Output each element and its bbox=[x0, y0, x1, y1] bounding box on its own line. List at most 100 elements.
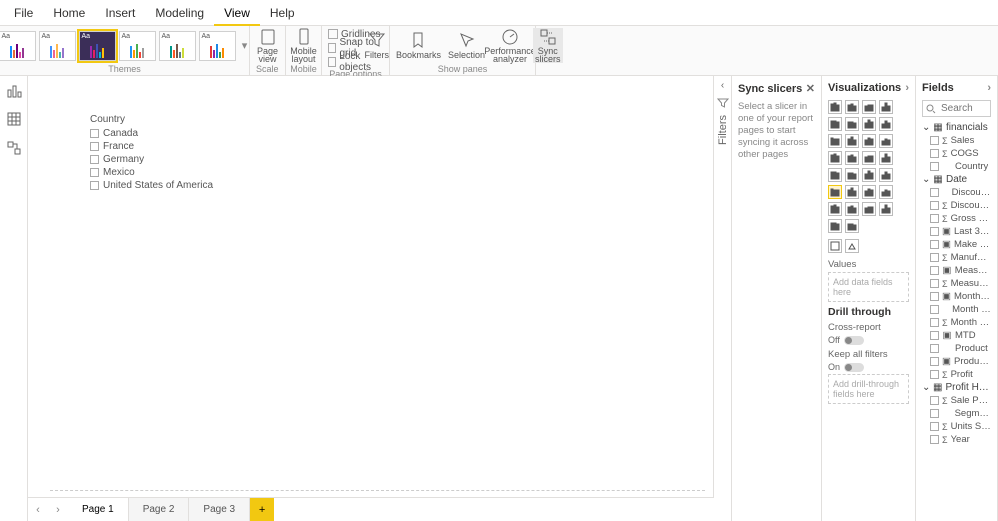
field-item[interactable]: ▣Product Me... bbox=[922, 355, 991, 368]
viz-area-button[interactable] bbox=[845, 117, 859, 131]
field-item[interactable]: Discount Ba... bbox=[922, 186, 991, 199]
field-item[interactable]: Country bbox=[922, 160, 991, 173]
selection-pane-button[interactable]: Selection bbox=[446, 31, 487, 60]
field-item[interactable]: ▣Make Trans... bbox=[922, 238, 991, 251]
menu-tab-modeling[interactable]: Modeling bbox=[145, 0, 214, 26]
slicer-option[interactable]: France bbox=[90, 141, 213, 152]
slicer-option[interactable]: Mexico bbox=[90, 167, 213, 178]
fields-search-input[interactable] bbox=[939, 102, 987, 115]
slicer-option[interactable]: Canada bbox=[90, 128, 213, 139]
field-item[interactable]: ΣDiscounts bbox=[922, 199, 991, 212]
page-next-button[interactable]: › bbox=[48, 498, 68, 521]
collapse-viz-icon[interactable]: › bbox=[905, 82, 909, 94]
viz-line-column-button[interactable] bbox=[862, 117, 876, 131]
report-canvas[interactable]: Country CanadaFranceGermanyMexicoUnited … bbox=[28, 76, 714, 497]
theme-swatch[interactable]: Aa bbox=[0, 31, 36, 61]
viz-donut-button[interactable] bbox=[879, 134, 893, 148]
field-table[interactable]: ⌄▦Date bbox=[922, 173, 991, 186]
menu-tab-home[interactable]: Home bbox=[43, 0, 95, 26]
field-item[interactable]: ΣUnits Sold bbox=[922, 420, 991, 433]
fields-search[interactable] bbox=[922, 100, 991, 117]
mobile-layout-button[interactable]: Mobile layout bbox=[288, 28, 319, 63]
slicer-option[interactable]: Germany bbox=[90, 154, 213, 165]
viz-kpi-button[interactable] bbox=[879, 168, 893, 182]
viz-paginated-button[interactable] bbox=[828, 219, 842, 233]
viz-format-tab[interactable] bbox=[845, 239, 859, 253]
viz-r-visual-button[interactable] bbox=[879, 185, 893, 199]
field-item[interactable]: ▣MTD bbox=[922, 329, 991, 342]
bookmarks-pane-button[interactable]: Bookmarks bbox=[394, 31, 443, 60]
theme-swatch[interactable]: Aa bbox=[39, 31, 76, 61]
viz-filled-map-button[interactable] bbox=[862, 151, 876, 165]
values-dropwell[interactable]: Add data fields here bbox=[828, 272, 909, 302]
menu-tab-insert[interactable]: Insert bbox=[95, 0, 145, 26]
sync-slicers-button[interactable]: Sync slicers bbox=[533, 28, 563, 63]
viz-clustered-bar-button[interactable] bbox=[845, 100, 859, 114]
theme-swatch[interactable]: Aa bbox=[199, 31, 236, 61]
theme-swatch[interactable]: Aa bbox=[119, 31, 156, 61]
page-tab[interactable]: Page 2 bbox=[129, 498, 190, 521]
field-item[interactable]: ΣMeasure 2 bbox=[922, 277, 991, 290]
viz-funnel-button[interactable] bbox=[879, 151, 893, 165]
field-item[interactable]: ΣCOGS bbox=[922, 147, 991, 160]
viz-line-button[interactable] bbox=[828, 117, 842, 131]
field-item[interactable]: Product bbox=[922, 342, 991, 355]
viz-stacked-column-button[interactable] bbox=[862, 100, 876, 114]
viz-matrix-button[interactable] bbox=[862, 185, 876, 199]
field-item[interactable]: ΣMonth Nu... bbox=[922, 316, 991, 329]
viz-waterfall-button[interactable] bbox=[828, 134, 842, 148]
keepfilters-toggle[interactable]: On bbox=[828, 362, 909, 372]
theme-swatch[interactable]: Aa bbox=[79, 31, 116, 61]
viz-key-influencers-button[interactable] bbox=[845, 202, 859, 216]
field-item[interactable]: Segment bbox=[922, 407, 991, 420]
viz-treemap-button[interactable] bbox=[828, 151, 842, 165]
field-item[interactable]: ΣYear bbox=[922, 433, 991, 446]
collapse-fields-icon[interactable]: › bbox=[987, 82, 991, 94]
report-view-button[interactable] bbox=[6, 82, 22, 101]
slicer-visual[interactable]: Country CanadaFranceGermanyMexicoUnited … bbox=[90, 114, 213, 193]
field-table[interactable]: ⌄▦financials bbox=[922, 121, 991, 134]
filters-pane-collapsed[interactable]: ‹ Filters bbox=[714, 76, 732, 521]
viz-fields-tab[interactable] bbox=[828, 239, 842, 253]
viz-map-button[interactable] bbox=[845, 151, 859, 165]
viz-clustered-column-button[interactable] bbox=[879, 100, 893, 114]
crossreport-toggle[interactable]: Off bbox=[828, 335, 909, 345]
themes-more-button[interactable]: ▾ bbox=[239, 39, 251, 52]
viz-ribbon-button[interactable] bbox=[879, 117, 893, 131]
field-item[interactable]: ΣGross Sales bbox=[922, 212, 991, 225]
filters-pane-button[interactable]: Filters bbox=[362, 31, 391, 60]
viz-table-button[interactable] bbox=[845, 185, 859, 199]
field-item[interactable]: ΣProfit bbox=[922, 368, 991, 381]
field-item[interactable]: ▣Last 3 Mont... bbox=[922, 225, 991, 238]
menu-tab-view[interactable]: View bbox=[214, 0, 260, 26]
field-item[interactable]: ▣Month Mea... bbox=[922, 290, 991, 303]
viz-card-button[interactable] bbox=[845, 168, 859, 182]
theme-swatch[interactable]: Aa bbox=[159, 31, 196, 61]
page-view-button[interactable]: Page view bbox=[255, 28, 280, 63]
menu-tab-help[interactable]: Help bbox=[260, 0, 305, 26]
field-item[interactable]: ▣Measure bbox=[922, 264, 991, 277]
slicer-option[interactable]: United States of America bbox=[90, 180, 213, 191]
field-item[interactable]: ΣSales bbox=[922, 134, 991, 147]
viz-decomposition-button[interactable] bbox=[862, 202, 876, 216]
viz-py-visual-button[interactable] bbox=[828, 202, 842, 216]
viz-more-button[interactable] bbox=[845, 219, 859, 233]
field-item[interactable]: Month Name bbox=[922, 303, 991, 316]
model-view-button[interactable] bbox=[6, 140, 22, 159]
viz-qna-button[interactable] bbox=[879, 202, 893, 216]
data-view-button[interactable] bbox=[6, 111, 22, 130]
field-item[interactable]: ΣSale Price bbox=[922, 394, 991, 407]
drillthrough-dropwell[interactable]: Add drill-through fields here bbox=[828, 374, 909, 404]
viz-gauge-button[interactable] bbox=[828, 168, 842, 182]
page-tab[interactable]: Page 1 bbox=[68, 498, 129, 521]
viz-multi-card-button[interactable] bbox=[862, 168, 876, 182]
close-sync-pane-button[interactable]: ✕ bbox=[806, 82, 815, 95]
page-tab[interactable]: Page 3 bbox=[189, 498, 250, 521]
field-item[interactable]: ΣManufactur... bbox=[922, 251, 991, 264]
add-page-button[interactable]: + bbox=[250, 498, 274, 521]
viz-stacked-bar-button[interactable] bbox=[828, 100, 842, 114]
field-table[interactable]: ⌄▦Profit Hiera... bbox=[922, 381, 991, 394]
page-prev-button[interactable]: ‹ bbox=[28, 498, 48, 521]
menu-tab-file[interactable]: File bbox=[4, 0, 43, 26]
viz-pie-button[interactable] bbox=[862, 134, 876, 148]
